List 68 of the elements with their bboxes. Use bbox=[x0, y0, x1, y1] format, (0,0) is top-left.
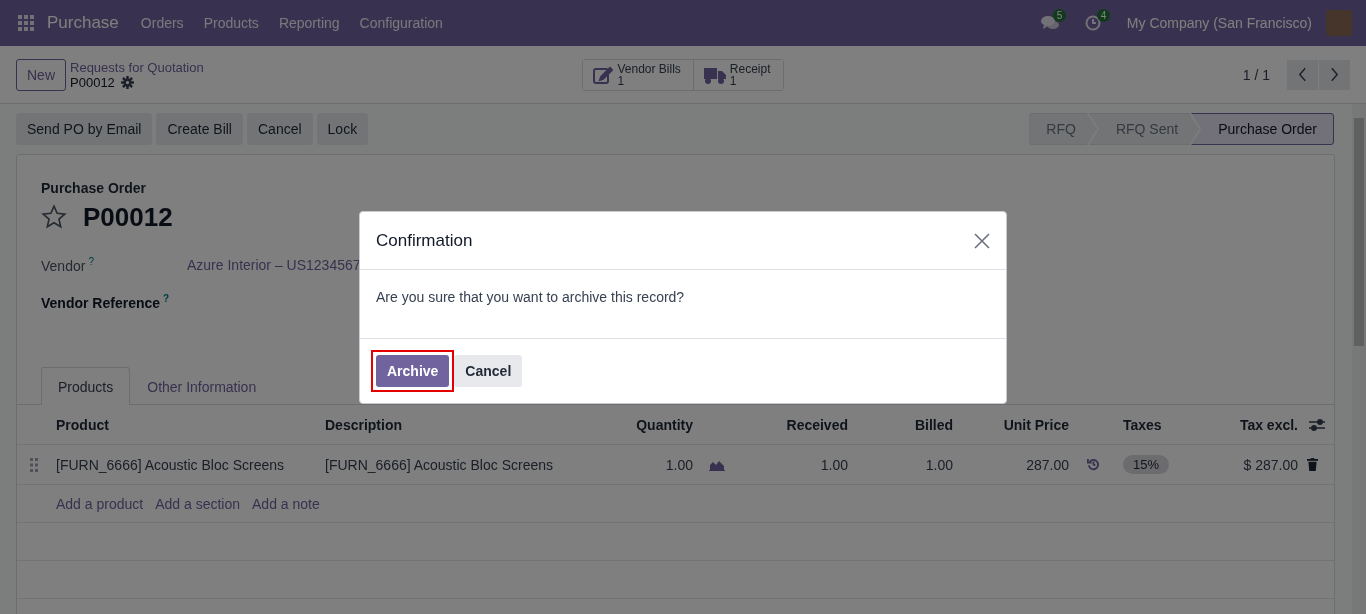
dialog-message: Are you sure that you want to archive this record? bbox=[376, 289, 685, 305]
add-line-link[interactable]: Add a section bbox=[155, 495, 240, 512]
new-button[interactable]: New bbox=[16, 58, 66, 91]
close-icon[interactable] bbox=[974, 232, 990, 249]
column-header[interactable]: Unit Price bbox=[953, 416, 1069, 433]
pager-value: 1 / 1 bbox=[1242, 66, 1270, 83]
menu-item[interactable]: Reporting bbox=[278, 15, 340, 31]
table-cell-text: [FURN_6666] Acoustic Bloc Screens bbox=[325, 456, 554, 473]
add-line-link[interactable]: Add a product bbox=[56, 495, 144, 512]
column-header[interactable]: Quantity bbox=[601, 416, 693, 433]
table-cell-text: $ 287.00 bbox=[1242, 456, 1298, 473]
column-header[interactable]: Taxes bbox=[1123, 416, 1221, 433]
form-tab[interactable]: Products bbox=[41, 367, 131, 406]
table-cell-text: 287.00 bbox=[1025, 456, 1069, 473]
menu-item[interactable]: Configuration bbox=[359, 15, 443, 31]
app-grid-icon[interactable] bbox=[18, 15, 34, 31]
status-step[interactable]: RFQ Sent bbox=[1088, 113, 1200, 145]
field-label: Vendor $^{?}$ bbox=[41, 256, 95, 274]
star-icon[interactable] bbox=[41, 204, 67, 230]
dialog-title: Confirmation bbox=[376, 230, 473, 251]
area-chart-icon[interactable] bbox=[709, 458, 725, 471]
smart-button[interactable]: Receipt 1 bbox=[692, 59, 783, 90]
chevron-right-icon[interactable] bbox=[1330, 67, 1339, 82]
record-type-label: Purchase Order bbox=[41, 180, 148, 196]
column-header[interactable]: Product bbox=[56, 416, 325, 433]
menu-item[interactable]: Orders bbox=[140, 15, 184, 31]
column-header[interactable]: Received bbox=[741, 416, 848, 433]
tax-tag: 15% bbox=[1123, 455, 1170, 475]
trash-icon[interactable] bbox=[1307, 458, 1318, 472]
edit-icon bbox=[593, 64, 614, 85]
smart-button-count: 1 bbox=[729, 74, 737, 87]
clock-icon[interactable] bbox=[1084, 15, 1101, 31]
menu-item[interactable]: Products bbox=[203, 15, 259, 31]
action-button[interactable]: Cancel bbox=[247, 113, 313, 145]
table-cell-text: 1.00 bbox=[819, 456, 848, 473]
action-button[interactable]: Create Bill bbox=[156, 113, 243, 145]
smart-button-label: Receipt bbox=[729, 62, 771, 75]
chat-icon[interactable] bbox=[1040, 15, 1059, 31]
archive-button[interactable]: Archive bbox=[376, 355, 450, 387]
add-line-link[interactable]: Add a note bbox=[252, 495, 320, 512]
column-header[interactable]: Billed bbox=[848, 416, 953, 433]
column-header[interactable]: Tax excl. bbox=[1221, 416, 1298, 433]
form-tab[interactable]: Other Information bbox=[130, 367, 274, 406]
breadcrumb-link[interactable]: Requests for Quotation bbox=[70, 59, 204, 75]
cancel-button[interactable]: Cancel bbox=[454, 355, 523, 387]
truck-icon bbox=[703, 65, 726, 84]
column-header[interactable]: Description bbox=[325, 416, 601, 433]
message-count-badge: 5 bbox=[1052, 9, 1067, 22]
scrollbar[interactable] bbox=[1352, 104, 1366, 614]
gear-icon[interactable] bbox=[120, 75, 134, 89]
table-cell-text: 1.00 bbox=[664, 456, 693, 473]
drag-handle-icon[interactable] bbox=[30, 457, 38, 472]
record-title: P00012 bbox=[83, 201, 173, 233]
smart-button-count: 1 bbox=[617, 74, 626, 87]
action-button[interactable]: Lock bbox=[316, 113, 369, 145]
table-cell-text: 1.00 bbox=[924, 456, 953, 473]
reset-icon[interactable] bbox=[1087, 458, 1100, 472]
status-step[interactable]: Purchase Order bbox=[1191, 113, 1334, 145]
chevron-left-icon[interactable] bbox=[1298, 67, 1307, 82]
activity-count-badge: 4 bbox=[1096, 9, 1111, 22]
sliders-icon[interactable] bbox=[1309, 417, 1325, 432]
app-name[interactable]: Purchase bbox=[47, 13, 119, 33]
record-name: P00012 bbox=[70, 74, 115, 90]
smart-button-label: Vendor Bills bbox=[617, 62, 681, 75]
company-name[interactable]: My Company (San Francisco) bbox=[1126, 15, 1312, 31]
field-label: Vendor Reference $^{?}$ bbox=[41, 292, 171, 311]
action-button[interactable]: Send PO by Email bbox=[16, 113, 153, 145]
table-cell-text: [FURN_6666] Acoustic Bloc Screens bbox=[56, 456, 285, 473]
